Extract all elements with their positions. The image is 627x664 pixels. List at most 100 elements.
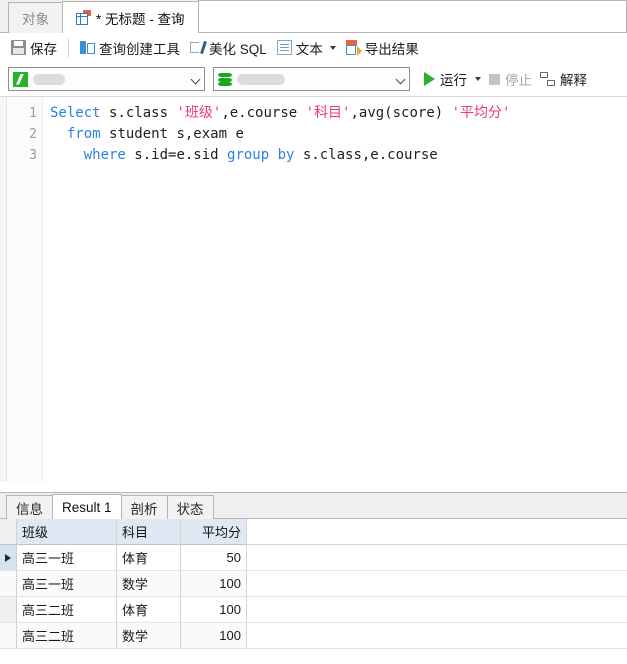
code-token: ,e.course (221, 105, 306, 121)
chevron-down-icon[interactable] (329, 45, 336, 50)
run-button[interactable]: 运行 (420, 67, 485, 91)
line-number-gutter: 1 2 3 (7, 97, 43, 482)
code-token: Select (50, 105, 110, 121)
table-row[interactable]: 高三一班 数学 100 (0, 571, 627, 597)
result-panel: 信息 Result 1 剖析 状态 班级 科目 平均分 高三一班 体育 50 高三一班 数学 100 高… (0, 492, 627, 664)
grid-column-header[interactable]: 科目 (117, 519, 181, 545)
database-value (237, 73, 285, 85)
code-token: s.id=e.sid (134, 147, 228, 163)
window-tab-strip: 对象 * 无标题 - 查询 (0, 0, 627, 33)
table-cell[interactable]: 100 (181, 623, 247, 649)
table-cell[interactable]: 高三二班 (17, 597, 117, 623)
current-row-arrow-icon (5, 553, 11, 562)
export-result-button[interactable]: 导出结果 (341, 36, 424, 60)
grid-row-filler (247, 571, 627, 597)
query-document-icon (76, 10, 91, 25)
row-selector[interactable] (0, 545, 17, 571)
table-cell[interactable]: 高三一班 (17, 545, 117, 571)
beautify-sql-button[interactable]: 美化 SQL (185, 36, 272, 60)
row-selector[interactable] (0, 597, 17, 623)
result-tab-3[interactable]: 状态 (166, 495, 214, 519)
run-button-label: 运行 (440, 73, 467, 88)
grid-column-header[interactable]: 平均分 (181, 519, 247, 545)
code-token: where (83, 147, 135, 163)
tab-query[interactable]: * 无标题 - 查询 (62, 1, 199, 33)
explain-button[interactable]: 解释 (536, 67, 591, 91)
export-result-icon (345, 40, 362, 56)
table-cell[interactable]: 高三一班 (17, 571, 117, 597)
table-row[interactable]: 高三二班 体育 100 (0, 597, 627, 623)
table-row[interactable]: 高三一班 体育 50 (0, 545, 627, 571)
stop-button[interactable]: 停止 (485, 67, 536, 91)
tab-strip-filler (197, 0, 627, 32)
result-tab-1[interactable]: Result 1 (52, 494, 122, 519)
database-icon (218, 72, 232, 87)
connection-icon (13, 71, 28, 87)
table-cell[interactable]: 100 (181, 571, 247, 597)
connection-toolbar: 运行 停止 解释 (0, 62, 627, 96)
explain-button-label: 解释 (560, 73, 587, 88)
connection-value (33, 73, 65, 85)
chevron-down-icon[interactable] (475, 77, 481, 81)
grid-corner-cell (0, 519, 17, 545)
stop-icon (489, 73, 500, 85)
code-line: Select s.class '班级',e.course '科目',avg(sc… (50, 103, 627, 124)
result-tab-strip: 信息 Result 1 剖析 状态 (0, 493, 627, 519)
stop-button-label: 停止 (505, 73, 532, 88)
chevron-down-icon[interactable] (396, 75, 405, 84)
code-line: from student s,exam e (50, 124, 627, 145)
table-cell[interactable]: 数学 (117, 623, 181, 649)
code-token: ,avg(score) (350, 105, 452, 121)
sql-code-area[interactable]: Select s.class '班级',e.course '科目',avg(sc… (43, 97, 627, 482)
tab-objects[interactable]: 对象 (8, 2, 63, 33)
row-selector[interactable] (0, 571, 17, 597)
grid-row-filler (247, 623, 627, 649)
line-number: 3 (29, 148, 37, 163)
beautify-sql-label: 美化 SQL (209, 41, 267, 57)
table-cell[interactable]: 高三二班 (17, 623, 117, 649)
table-cell[interactable]: 体育 (117, 597, 181, 623)
editor-edge-strip (0, 97, 7, 482)
save-button-label: 保存 (30, 41, 57, 57)
grid-row-filler (247, 597, 627, 623)
grid-header-filler (247, 519, 627, 545)
query-builder-icon (80, 40, 95, 55)
chevron-down-icon[interactable] (191, 75, 200, 84)
export-result-label: 导出结果 (364, 41, 419, 57)
table-cell[interactable]: 数学 (117, 571, 181, 597)
grid-row-filler (247, 545, 627, 571)
query-builder-label: 查询创建工具 (99, 41, 180, 57)
save-icon (11, 40, 26, 55)
database-select[interactable] (213, 67, 410, 91)
code-token: group by (227, 147, 303, 163)
code-line: where s.id=e.sid group by s.class,e.cour… (50, 145, 627, 166)
save-button[interactable]: 保存 (6, 36, 62, 60)
text-icon (276, 40, 292, 55)
play-icon (424, 72, 435, 86)
text-mode-button[interactable]: 文本 (272, 36, 341, 60)
grid-column-header[interactable]: 班级 (17, 519, 117, 545)
code-token: '科目' (305, 105, 351, 121)
code-token: '班级' (176, 105, 222, 121)
table-row[interactable]: 高三二班 数学 100 (0, 623, 627, 649)
execution-controls: 运行 停止 解释 (420, 67, 591, 91)
tab-query-label: * 无标题 - 查询 (96, 11, 185, 27)
connection-select[interactable] (8, 67, 205, 91)
toolbar-separator (68, 38, 69, 57)
table-cell[interactable]: 100 (181, 597, 247, 623)
table-cell[interactable]: 50 (181, 545, 247, 571)
query-builder-button[interactable]: 查询创建工具 (75, 36, 185, 60)
main-toolbar: 保存 查询创建工具 美化 SQL 文本 导出结果 (0, 33, 627, 62)
explain-icon (540, 72, 555, 86)
result-tab-2[interactable]: 剖析 (120, 495, 168, 519)
row-selector[interactable] (0, 623, 17, 649)
text-mode-label: 文本 (295, 41, 323, 57)
table-cell[interactable]: 体育 (117, 545, 181, 571)
line-number: 2 (29, 127, 37, 142)
code-token: student s,exam e (109, 126, 244, 142)
result-grid[interactable]: 班级 科目 平均分 高三一班 体育 50 高三一班 数学 100 高三二班 体育 100 高三二班 数学 1… (0, 519, 627, 649)
sql-editor[interactable]: 1 2 3 Select s.class '班级',e.course '科目',av… (0, 96, 627, 482)
result-tab-0[interactable]: 信息 (6, 495, 53, 519)
